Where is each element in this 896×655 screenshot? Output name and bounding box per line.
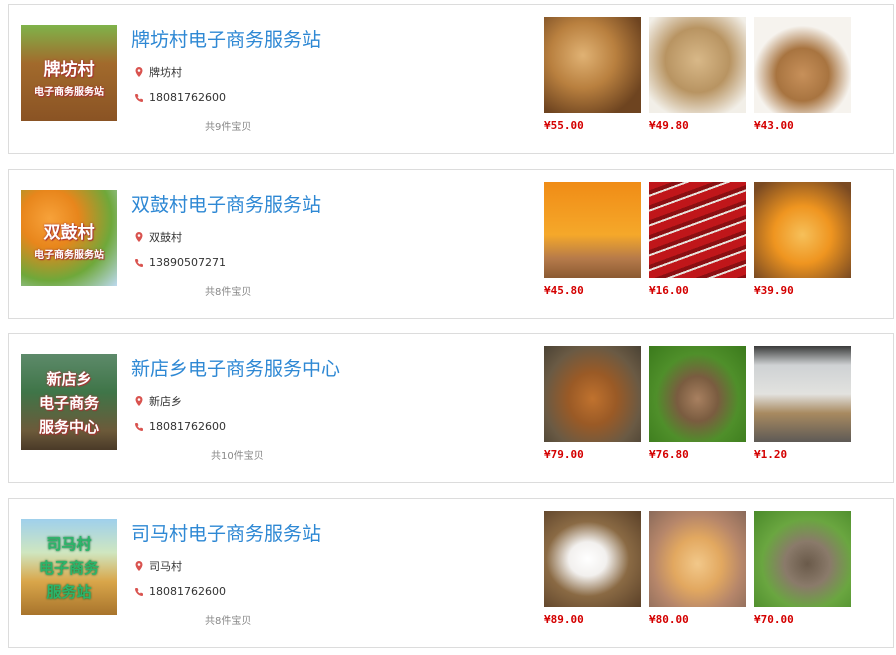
location-text: 司马村 [149, 560, 182, 573]
phone-text: 18081762600 [149, 91, 226, 104]
phone-text: 18081762600 [149, 585, 226, 598]
product-price: ¥49.80 [649, 119, 689, 132]
product-price: ¥45.80 [544, 284, 584, 297]
product-item[interactable]: ¥45.80 [544, 182, 641, 297]
product-item[interactable]: ¥76.80 [649, 346, 746, 461]
item-count[interactable]: 共8件宝贝 [205, 283, 251, 298]
product-item[interactable]: ¥55.00 [544, 17, 641, 132]
orange-photo[interactable] [754, 182, 851, 278]
chili-photo[interactable] [649, 182, 746, 278]
station-card[interactable]: 牌坊村 电子商务服务站 牌坊村电子商务服务站 牌坊村 18081762600 共… [8, 4, 894, 154]
map-pin-icon [135, 232, 143, 242]
product-price: ¥16.00 [649, 284, 689, 297]
map-pin-icon [135, 67, 143, 77]
product-price: ¥1.20 [754, 448, 788, 461]
logo-text: 电子商务 [38, 394, 99, 412]
map-pin-icon [135, 561, 143, 571]
logo-text: 双鼓村 [43, 223, 95, 243]
walnut-basket-photo[interactable] [754, 17, 851, 113]
station-card[interactable]: 司马村 电子商务 服务站 司马村电子商务服务站 司马村 18081762600 … [8, 498, 894, 648]
product-item[interactable]: ¥1.20 [754, 346, 851, 461]
logo-text: 新店乡 [46, 370, 92, 388]
product-item[interactable]: ¥49.80 [649, 17, 746, 132]
map-pin-icon [135, 396, 143, 406]
phone-row: 18081762600 [133, 585, 226, 598]
logo-text: 牌坊村 [43, 60, 95, 80]
phone-icon [135, 587, 143, 596]
product-item[interactable]: ¥89.00 [544, 511, 641, 626]
station-title[interactable]: 新店乡电子商务服务中心 [131, 354, 340, 381]
product-item[interactable]: ¥39.90 [754, 182, 851, 297]
station-title[interactable]: 司马村电子商务服务站 [131, 519, 321, 546]
phone-row: 13890507271 [133, 256, 226, 269]
product-price: ¥55.00 [544, 119, 584, 132]
product-item[interactable]: ¥70.00 [754, 511, 851, 626]
location-row: 牌坊村 [133, 64, 182, 80]
station-logo[interactable]: 双鼓村 电子商务服务站 [21, 190, 117, 286]
phone-icon [135, 93, 143, 102]
office-photo[interactable] [754, 346, 851, 442]
location-text: 牌坊村 [149, 66, 182, 79]
logo-text: 电子商务服务站 [34, 250, 104, 261]
station-title[interactable]: 牌坊村电子商务服务站 [131, 25, 321, 52]
location-row: 双鼓村 [133, 229, 182, 245]
logo-text: 电子商务服务站 [34, 87, 104, 98]
location-row: 司马村 [133, 558, 182, 574]
product-price: ¥80.00 [649, 613, 689, 626]
product-price: ¥39.90 [754, 284, 794, 297]
product-item[interactable]: ¥79.00 [544, 346, 641, 461]
location-text: 双鼓村 [149, 231, 182, 244]
phone-text: 13890507271 [149, 256, 226, 269]
station-card[interactable]: 新店乡 电子商务 服务中心 新店乡电子商务服务中心 新店乡 1808176260… [8, 333, 894, 483]
station-logo[interactable]: 新店乡 电子商务 服务中心 [21, 354, 117, 450]
item-count[interactable]: 共10件宝贝 [211, 447, 264, 462]
product-price: ¥43.00 [754, 119, 794, 132]
station-logo[interactable]: 司马村 电子商务 服务站 [21, 519, 117, 615]
phone-icon [135, 258, 143, 267]
duck-photo[interactable] [649, 346, 746, 442]
location-row: 新店乡 [133, 393, 182, 409]
item-count[interactable]: 共9件宝贝 [205, 118, 251, 133]
walnut-photo[interactable] [649, 17, 746, 113]
phone-text: 18081762600 [149, 420, 226, 433]
station-card[interactable]: 双鼓村 电子商务服务站 双鼓村电子商务服务站 双鼓村 13890507271 共… [8, 169, 894, 319]
item-count[interactable]: 共8件宝贝 [205, 612, 251, 627]
station-title[interactable]: 双鼓村电子商务服务站 [131, 190, 321, 217]
phone-row: 18081762600 [133, 420, 226, 433]
walnut-photo[interactable] [544, 17, 641, 113]
location-text: 新店乡 [149, 395, 182, 408]
duck-photo[interactable] [754, 511, 851, 607]
logo-text: 电子商务 [38, 559, 99, 577]
product-price: ¥79.00 [544, 448, 584, 461]
logo-text: 司马村 [46, 535, 92, 553]
product-price: ¥76.80 [649, 448, 689, 461]
product-price: ¥70.00 [754, 613, 794, 626]
product-price: ¥89.00 [544, 613, 584, 626]
rabbit-photo[interactable] [544, 511, 641, 607]
phone-icon [135, 422, 143, 431]
orange-photo[interactable] [544, 182, 641, 278]
station-logo[interactable]: 牌坊村 电子商务服务站 [21, 25, 117, 121]
phone-row: 18081762600 [133, 91, 226, 104]
logo-text: 服务中心 [38, 418, 99, 436]
hen-photo[interactable] [649, 511, 746, 607]
logo-text: 服务站 [46, 583, 92, 601]
product-item[interactable]: ¥43.00 [754, 17, 851, 132]
product-item[interactable]: ¥80.00 [649, 511, 746, 626]
chicken-photo[interactable] [544, 346, 641, 442]
product-item[interactable]: ¥16.00 [649, 182, 746, 297]
